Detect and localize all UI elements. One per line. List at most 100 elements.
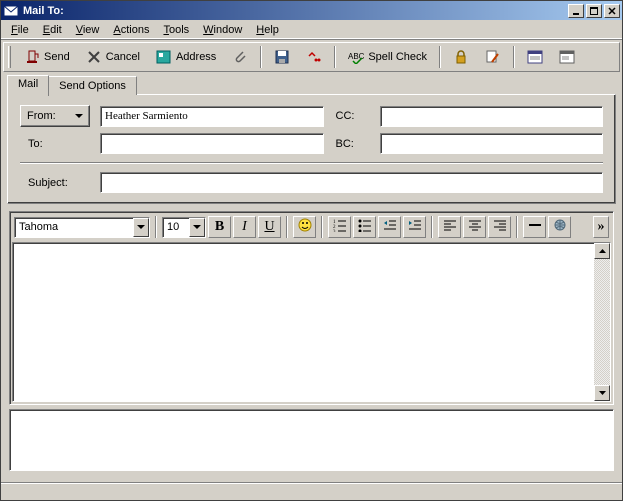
fmt-sep-2 xyxy=(286,216,288,238)
statusbar xyxy=(1,482,622,500)
horizontal-rule-icon xyxy=(528,218,542,237)
outdent-button[interactable] xyxy=(378,216,401,238)
toolbar-grip[interactable] xyxy=(8,46,11,68)
globe-link-icon xyxy=(553,218,567,237)
main-toolbar: Send Cancel Address ABC Spell Check xyxy=(3,42,620,72)
bullet-list-button[interactable] xyxy=(353,216,376,238)
tab-mail[interactable]: Mail xyxy=(7,75,49,96)
plain-view-icon xyxy=(559,49,575,65)
align-center-button[interactable] xyxy=(463,216,486,238)
paperclip-icon xyxy=(232,49,248,65)
maximize-button[interactable] xyxy=(586,4,602,18)
editor-scrollbar[interactable] xyxy=(594,243,610,401)
cancel-button[interactable]: Cancel xyxy=(79,45,147,69)
outdent-icon xyxy=(383,218,397,237)
bc-field[interactable] xyxy=(380,133,604,154)
close-button[interactable] xyxy=(604,4,620,18)
header-form: From: CC: To: BC: Subject: xyxy=(20,105,603,193)
emoticon-button[interactable] xyxy=(293,216,316,238)
size-value: 10 xyxy=(167,221,187,233)
unordered-list-icon xyxy=(358,218,372,237)
encrypt-button[interactable] xyxy=(446,45,476,69)
subject-label: Subject: xyxy=(20,177,90,189)
italic-button[interactable]: I xyxy=(233,216,256,238)
priority-button[interactable] xyxy=(299,45,329,69)
numbered-list-button[interactable]: 123 xyxy=(328,216,351,238)
editor-content[interactable] xyxy=(13,243,594,401)
link-button[interactable] xyxy=(548,216,571,238)
spellcheck-icon: ABC xyxy=(348,49,364,65)
send-icon xyxy=(24,49,40,65)
menu-tools[interactable]: Tools xyxy=(157,22,195,38)
align-right-button[interactable] xyxy=(488,216,511,238)
subject-field[interactable] xyxy=(100,172,603,193)
font-value: Tahoma xyxy=(19,221,131,233)
html-view-icon xyxy=(527,49,543,65)
scroll-up-button[interactable] xyxy=(594,243,610,259)
address-button[interactable]: Address xyxy=(149,45,223,69)
size-combo[interactable]: 10 xyxy=(162,217,206,238)
view-plain-button[interactable] xyxy=(552,45,582,69)
priority-arrows-icon xyxy=(306,49,322,65)
attachment-pane[interactable] xyxy=(9,409,614,471)
chevron-down-icon[interactable] xyxy=(189,218,205,237)
svg-text:ABC: ABC xyxy=(348,52,364,61)
from-dropdown[interactable]: From: xyxy=(20,105,90,127)
bold-button[interactable]: B xyxy=(208,216,231,238)
menu-help[interactable]: Help xyxy=(250,22,285,38)
compose-window: Mail To: File Edit View Actions Tools Wi… xyxy=(0,0,623,501)
address-label: Address xyxy=(176,51,216,63)
from-label: From: xyxy=(27,110,56,122)
titlebar[interactable]: Mail To: xyxy=(1,1,622,20)
scroll-track[interactable] xyxy=(594,259,610,385)
align-right-icon xyxy=(493,218,507,237)
indent-icon xyxy=(408,218,422,237)
view-html-button[interactable] xyxy=(520,45,550,69)
save-diskette-icon xyxy=(274,49,290,65)
cc-field[interactable] xyxy=(380,106,604,127)
spellcheck-button[interactable]: ABC Spell Check xyxy=(341,45,434,69)
align-left-button[interactable] xyxy=(438,216,461,238)
to-field[interactable] xyxy=(100,133,324,154)
chevron-down-icon xyxy=(75,114,83,118)
send-label: Send xyxy=(44,51,70,63)
menu-actions[interactable]: Actions xyxy=(107,22,155,38)
sign-button[interactable] xyxy=(478,45,508,69)
scroll-down-button[interactable] xyxy=(594,385,610,401)
cancel-icon xyxy=(86,49,102,65)
chevron-right-icon: » xyxy=(598,219,605,235)
from-field[interactable] xyxy=(100,106,324,127)
send-button[interactable]: Send xyxy=(17,45,77,69)
tab-area: Mail Send Options From: CC: To: BC: Subj… xyxy=(1,74,622,205)
align-left-icon xyxy=(443,218,457,237)
hr-button[interactable] xyxy=(523,216,546,238)
font-combo[interactable]: Tahoma xyxy=(14,217,150,238)
toolbar-sep-2 xyxy=(334,46,336,68)
indent-button[interactable] xyxy=(403,216,426,238)
minimize-button[interactable] xyxy=(568,4,584,18)
underline-button[interactable]: U xyxy=(258,216,281,238)
menu-file[interactable]: File xyxy=(5,22,35,38)
menu-edit[interactable]: Edit xyxy=(37,22,68,38)
fmt-sep-1 xyxy=(155,216,157,238)
chevron-down-icon[interactable] xyxy=(133,218,149,237)
menu-window[interactable]: Window xyxy=(197,22,248,38)
window-buttons xyxy=(568,4,620,18)
ordered-list-icon: 123 xyxy=(333,218,347,237)
body-area: Tahoma 10 B I U 123 xyxy=(9,211,614,405)
tab-panel-mail: From: CC: To: BC: Subject: xyxy=(7,94,616,204)
tab-row: Mail Send Options xyxy=(7,74,616,95)
save-button[interactable] xyxy=(267,45,297,69)
menubar: File Edit View Actions Tools Window Help xyxy=(1,20,622,40)
toolbar-overflow-button[interactable]: » xyxy=(593,216,609,238)
addressbook-icon xyxy=(156,49,172,65)
tab-send-options[interactable]: Send Options xyxy=(48,76,137,95)
toolbar-sep-4 xyxy=(513,46,515,68)
format-toolbar: Tahoma 10 B I U 123 xyxy=(12,214,611,240)
align-center-icon xyxy=(468,218,482,237)
menu-view[interactable]: View xyxy=(70,22,106,38)
header-separator xyxy=(20,162,603,164)
attach-button[interactable] xyxy=(225,45,255,69)
svg-text:3: 3 xyxy=(333,230,336,232)
to-label: To: xyxy=(20,138,90,150)
